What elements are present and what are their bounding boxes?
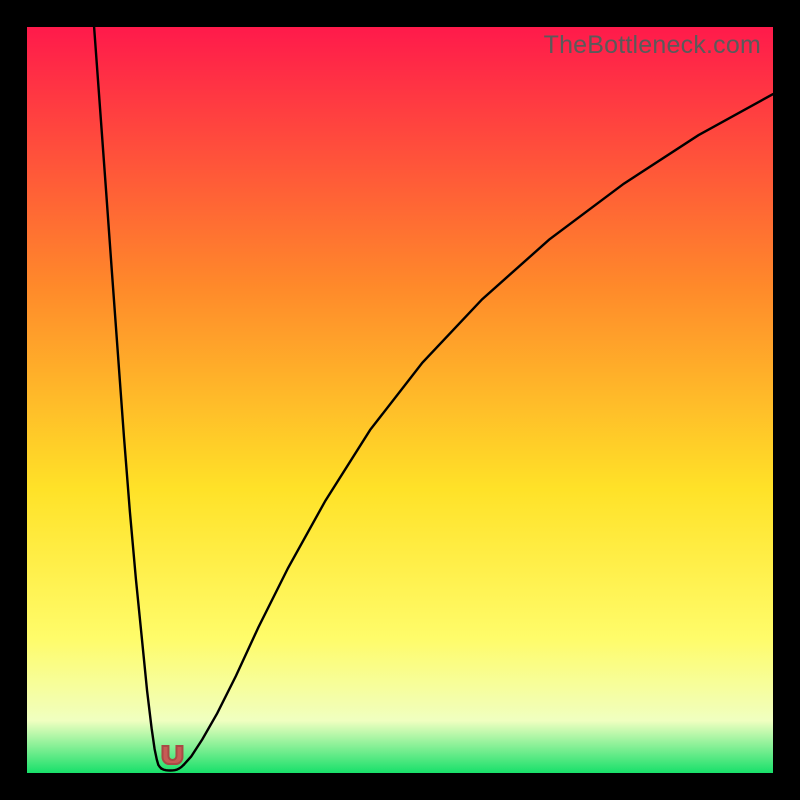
gradient-background bbox=[27, 27, 773, 773]
chart-frame: TheBottleneck.com bbox=[0, 0, 800, 800]
watermark-text: TheBottleneck.com bbox=[544, 31, 761, 60]
plot-area: TheBottleneck.com bbox=[27, 27, 773, 773]
chart-svg bbox=[27, 27, 773, 773]
